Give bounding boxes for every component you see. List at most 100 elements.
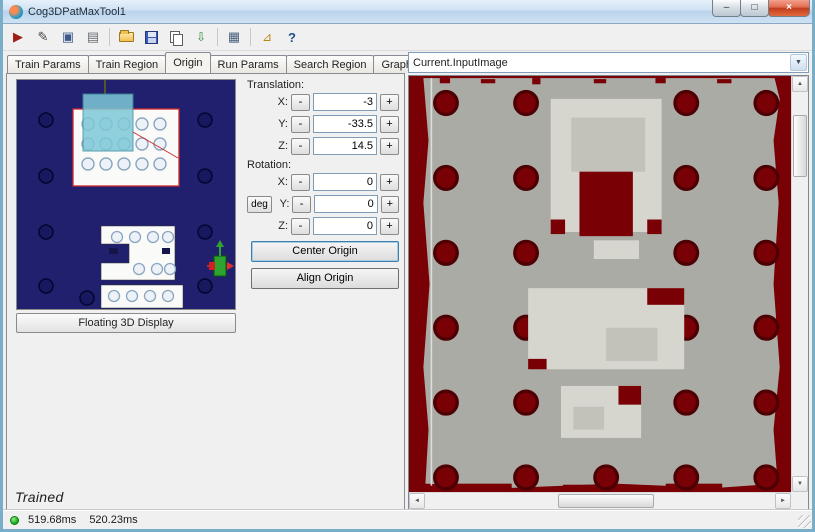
trained-status: Trained	[15, 489, 64, 505]
y-axis-label: Y:	[279, 198, 290, 210]
rotation-x-plus-button[interactable]: +	[380, 173, 399, 191]
z-axis-label: Z:	[278, 140, 288, 152]
tabstrip: Train Params Train Region Origin Run Par…	[6, 52, 486, 73]
train-image-3d-wrap: Floating 3D Display	[16, 79, 236, 333]
train-image-3d-graphic	[17, 80, 235, 309]
translation-x-input[interactable]	[313, 93, 377, 111]
app-icon	[9, 4, 23, 19]
horizontal-scrollbar[interactable]: ◄ ►	[409, 492, 791, 509]
rotation-y-minus-button[interactable]: -	[292, 195, 311, 213]
main-area: Train Params Train Region Origin Run Par…	[3, 51, 812, 510]
grid-glyph: ▦	[227, 29, 241, 44]
help-glyph: ?	[288, 29, 296, 45]
translation-x-minus-button[interactable]: -	[291, 93, 310, 111]
toolbar-separator	[217, 28, 218, 46]
image-selector-combobox[interactable]: Current.InputImage ▼	[408, 52, 809, 73]
translation-z-minus-button[interactable]: -	[291, 137, 310, 155]
rotation-z-input[interactable]	[313, 217, 377, 235]
close-button[interactable]: ×	[768, 0, 810, 17]
tab-run-params[interactable]: Run Params	[209, 55, 287, 73]
save-icon[interactable]	[140, 27, 162, 48]
translation-x-plus-button[interactable]: +	[380, 93, 399, 111]
center-origin-button[interactable]: Center Origin	[251, 241, 399, 262]
translation-x-row: X: - +	[247, 93, 399, 111]
translation-z-row: Z: - +	[247, 137, 399, 155]
scroll-up-icon[interactable]: ▲	[792, 76, 808, 92]
vertical-scroll-thumb[interactable]	[793, 115, 807, 178]
vertical-scrollbar[interactable]: ▲ ▼	[791, 76, 808, 492]
tab-origin[interactable]: Origin	[165, 52, 211, 73]
toolbar-separator	[250, 28, 251, 46]
vertical-scroll-track[interactable]	[792, 92, 808, 476]
copy-glyph	[170, 30, 183, 46]
image-window-glyph: ▣	[61, 29, 75, 44]
train-image-3d-display[interactable]	[16, 79, 236, 310]
floating-3d-display-button[interactable]: Floating 3D Display	[16, 313, 236, 333]
input-image-view[interactable]	[409, 76, 791, 492]
help-icon[interactable]: ?	[281, 27, 303, 48]
tab-train-params[interactable]: Train Params	[7, 55, 89, 73]
y-axis-label: Y:	[278, 118, 288, 130]
chevron-down-icon[interactable]: ▼	[790, 54, 807, 71]
open-icon[interactable]	[115, 27, 137, 48]
rotation-z-plus-button[interactable]: +	[380, 217, 399, 235]
toolbar-separator	[109, 28, 110, 46]
scroll-down-icon[interactable]: ▼	[792, 476, 808, 492]
rotation-z-row: Z: - +	[247, 217, 399, 235]
scrollbar-corner	[791, 492, 808, 509]
translation-y-row: Y: - +	[247, 115, 399, 133]
rotation-x-input[interactable]	[313, 173, 377, 191]
translation-label: Translation:	[247, 79, 305, 91]
x-axis-label: X:	[277, 96, 288, 108]
copy-image-glyph: ▤	[86, 29, 100, 44]
status-ok-icon	[10, 515, 19, 525]
run-icon[interactable]: ▶	[7, 27, 29, 48]
maximize-button[interactable]: □	[740, 0, 769, 17]
rotation-x-row: X: - +	[247, 173, 399, 191]
align-origin-button[interactable]: Align Origin	[251, 268, 399, 289]
train-icon[interactable]: ✎	[32, 27, 54, 48]
resize-grip[interactable]	[798, 515, 811, 528]
status-bar: 519.68ms 520.23ms	[3, 510, 812, 529]
tab-train-region[interactable]: Train Region	[87, 55, 167, 73]
window-title: Cog3DPatMaxTool1	[28, 5, 126, 18]
origin-tab-page: Floating 3D Display Translation: X: - + …	[6, 73, 405, 510]
run-time: 519.68ms	[28, 514, 77, 526]
input-image-graphic	[409, 76, 791, 492]
horizontal-scroll-track[interactable]	[425, 493, 775, 509]
tab-search-region[interactable]: Search Region	[285, 55, 375, 73]
titlebar[interactable]: Cog3DPatMaxTool1 – □ ×	[3, 0, 812, 24]
translation-y-input[interactable]	[313, 115, 377, 133]
train-glyph: ✎	[37, 29, 49, 44]
translation-y-plus-button[interactable]: +	[380, 115, 399, 133]
input-image-panel: ▲ ▼ ◄ ►	[408, 75, 809, 510]
rotation-y-plus-button[interactable]: +	[380, 195, 399, 213]
z-axis-label: Z:	[278, 220, 288, 232]
horizontal-scroll-thumb[interactable]	[558, 494, 654, 508]
translation-z-input[interactable]	[313, 137, 377, 155]
translation-z-plus-button[interactable]: +	[380, 137, 399, 155]
minimize-button[interactable]: –	[712, 0, 741, 17]
rotation-x-minus-button[interactable]: -	[291, 173, 310, 191]
copy-icon[interactable]	[165, 27, 187, 48]
window-controls: – □ ×	[712, 0, 810, 17]
copy-image-icon[interactable]: ▤	[82, 27, 104, 48]
rotation-z-minus-button[interactable]: -	[291, 217, 310, 235]
scroll-right-icon[interactable]: ►	[775, 493, 791, 509]
floppy-glyph	[144, 30, 158, 44]
total-time: 520.23ms	[89, 514, 138, 526]
deg-units-button[interactable]: deg	[246, 195, 272, 213]
rotation-y-input[interactable]	[313, 195, 378, 213]
calibrate-glyph: ⊿	[261, 30, 273, 44]
x-axis-label: X:	[277, 176, 288, 188]
calibrate-icon[interactable]: ⊿	[256, 27, 278, 48]
tool-edit-control: Train Params Train Region Origin Run Par…	[6, 52, 486, 510]
timing-readout: 519.68ms 520.23ms	[28, 514, 138, 526]
scroll-left-icon[interactable]: ◄	[409, 493, 425, 509]
grid-icon[interactable]: ▦	[223, 27, 245, 48]
origin-controls: Translation: X: - + Y: - + Z:	[246, 77, 399, 289]
import-icon[interactable]: ⇩	[190, 27, 212, 48]
image-window-icon[interactable]: ▣	[57, 27, 79, 48]
import-glyph: ⇩	[195, 30, 207, 44]
translation-y-minus-button[interactable]: -	[291, 115, 310, 133]
